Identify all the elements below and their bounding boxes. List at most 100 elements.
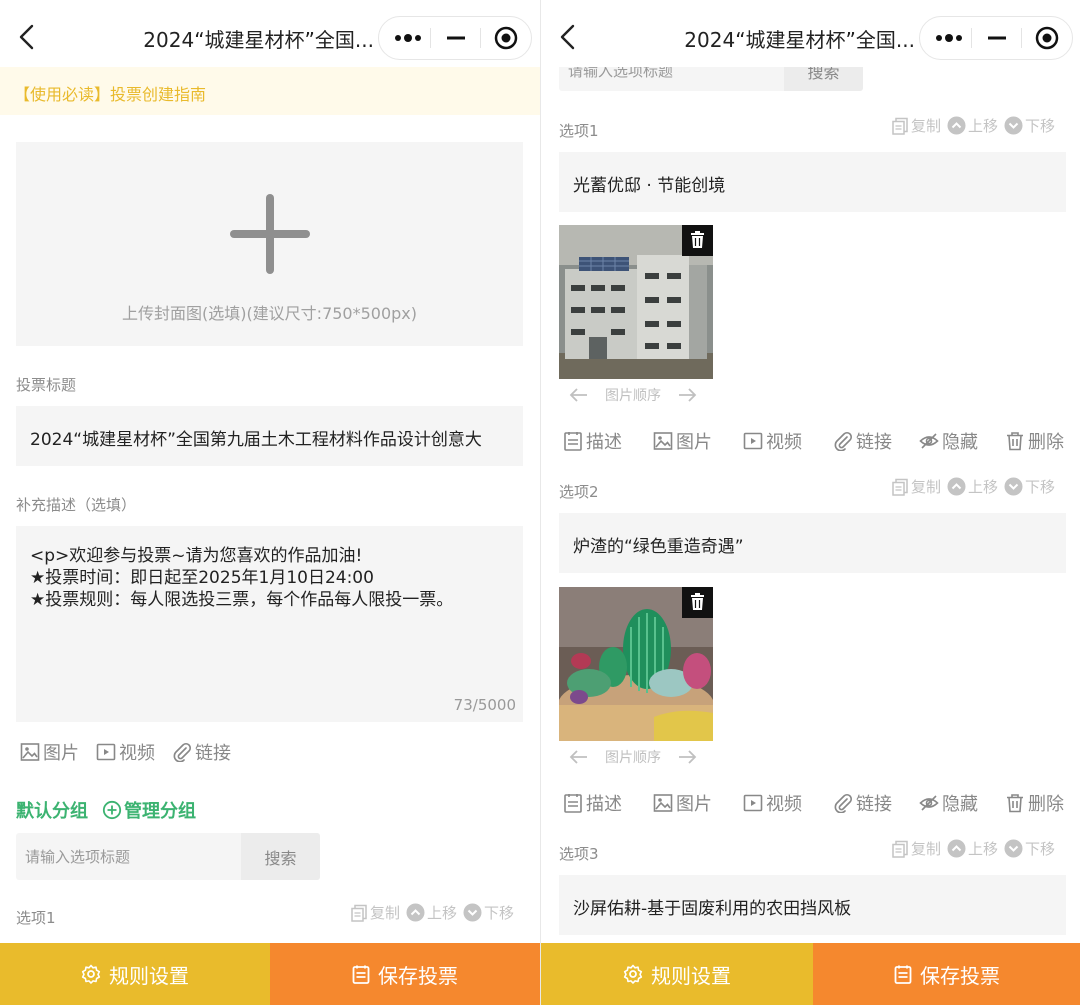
delete-image-button[interactable]: [682, 225, 713, 256]
gear-icon: [623, 964, 643, 984]
option-action-row: 复制 上移 下移: [885, 838, 1055, 859]
option-hide-tool[interactable]: 隐藏: [919, 790, 978, 816]
back-arrow-icon[interactable]: [16, 24, 40, 50]
trash-icon: [691, 593, 704, 610]
rules-settings-button[interactable]: 规则设置: [541, 943, 813, 1005]
notice-bar[interactable]: 【使用必读】投票创建指南: [0, 67, 540, 115]
option-search-bar: 搜索: [16, 833, 320, 880]
move-up-button[interactable]: 上移: [947, 838, 998, 859]
describe-label: 描述: [586, 432, 622, 453]
video-icon: [743, 432, 763, 450]
option-hide-tool[interactable]: 隐藏: [919, 428, 978, 454]
copy-label: 复制: [370, 904, 401, 922]
copy-option-button[interactable]: 复制: [891, 115, 941, 136]
copy-label: 复制: [911, 840, 942, 858]
default-group-tab[interactable]: 默认分组: [16, 797, 88, 823]
move-down-button[interactable]: 下移: [1004, 476, 1055, 497]
document-icon: [564, 432, 582, 451]
desc-video-label: 视频: [119, 743, 155, 764]
more-dots-icon[interactable]: [922, 17, 972, 59]
back-arrow-icon[interactable]: [557, 24, 581, 50]
option-search-input[interactable]: [16, 833, 241, 880]
option-link-tool[interactable]: 链接: [833, 790, 892, 816]
arrow-left-icon: [569, 750, 587, 764]
option-title-input[interactable]: 光蓄优邸 · 节能创境: [559, 152, 1066, 212]
arrow-down-circle-icon: [463, 903, 482, 922]
minimize-icon[interactable]: [431, 17, 481, 59]
trash-icon: [691, 231, 704, 248]
option-title-input[interactable]: 沙屏佑耕-基于固废利用的农田挡风板: [559, 875, 1066, 935]
nav-title: 2024“城建星材杯”全国...: [143, 28, 374, 52]
delete-image-button[interactable]: [682, 587, 713, 618]
char-count: 73/5000: [453, 696, 516, 714]
option-video-tool[interactable]: 视频: [743, 790, 802, 816]
option-image-tool[interactable]: 图片: [653, 790, 712, 816]
image-order-label: 图片顺序: [605, 750, 661, 766]
option-action-row: 复制 上移 下移: [885, 115, 1055, 136]
option-image[interactable]: [559, 587, 713, 741]
search-button[interactable]: 搜索: [241, 833, 320, 880]
copy-label: 复制: [911, 117, 942, 135]
cover-upload[interactable]: 上传封面图(选填)(建议尺寸:750*500px): [16, 142, 523, 346]
desc-link-label: 链接: [195, 743, 231, 764]
move-up-button[interactable]: 上移: [947, 115, 998, 136]
copy-option-button[interactable]: 复制: [891, 838, 941, 859]
move-down-button[interactable]: 下移: [463, 902, 514, 923]
copy-option-button[interactable]: 复制: [350, 902, 400, 923]
close-target-icon[interactable]: [1022, 17, 1072, 59]
down-label: 下移: [484, 904, 515, 922]
right-screen: 搜索 2024“城建星材杯”全国... 选项1 复制: [540, 0, 1080, 1005]
nav-bar: 2024“城建星材杯”全国...: [541, 0, 1080, 67]
move-up-button[interactable]: 上移: [947, 476, 998, 497]
option-title-input[interactable]: 炉渣的“绿色重造奇遇”: [559, 513, 1066, 573]
move-down-button[interactable]: 下移: [1004, 115, 1055, 136]
desc-link-tool[interactable]: 链接: [172, 739, 231, 765]
option-describe-tool[interactable]: 描述: [563, 428, 622, 454]
mini-program-capsule: [378, 16, 532, 60]
description-textarea[interactable]: <p>欢迎参与投票~请为您喜欢的作品加油! ★投票时间：即日起至2025年1月1…: [16, 526, 523, 722]
option-delete-tool[interactable]: 删除: [1005, 790, 1064, 816]
link-label: 链接: [856, 794, 892, 815]
video-label: 视频: [766, 794, 802, 815]
image-order-row: 图片顺序: [569, 385, 697, 405]
nav-bar: 2024“城建星材杯”全国...: [0, 0, 540, 67]
desc-image-tool[interactable]: 图片: [20, 739, 79, 765]
copy-icon: [892, 840, 908, 858]
mini-program-capsule: [919, 16, 1073, 60]
option-describe-tool[interactable]: 描述: [563, 790, 622, 816]
copy-icon: [892, 117, 908, 135]
option-image-tool[interactable]: 图片: [653, 428, 712, 454]
option-delete-tool[interactable]: 删除: [1005, 428, 1064, 454]
paperclip-icon: [834, 431, 853, 451]
minimize-icon[interactable]: [972, 17, 1022, 59]
desc-video-tool[interactable]: 视频: [96, 739, 155, 765]
more-dots-icon[interactable]: [381, 17, 431, 59]
rules-settings-button[interactable]: 规则设置: [0, 943, 270, 1005]
description-label: 补充描述（选填）: [16, 496, 137, 514]
move-down-button[interactable]: 下移: [1004, 838, 1055, 859]
close-target-icon[interactable]: [481, 17, 531, 59]
down-label: 下移: [1025, 478, 1056, 496]
copy-icon: [892, 478, 908, 496]
notice-text[interactable]: 【使用必读】投票创建指南: [14, 81, 206, 105]
plus-circle-icon: [102, 800, 122, 820]
vote-title-input[interactable]: 2024“城建星材杯”全国第九届土木工程材料作品设计创意大: [16, 406, 523, 466]
up-label: 上移: [968, 478, 999, 496]
trash-icon: [1007, 794, 1023, 813]
copy-option-button[interactable]: 复制: [891, 476, 941, 497]
option-video-tool[interactable]: 视频: [743, 428, 802, 454]
save-vote-button[interactable]: 保存投票: [270, 943, 540, 1005]
copy-icon: [351, 904, 367, 922]
save-vote-button[interactable]: 保存投票: [813, 943, 1080, 1005]
down-label: 下移: [1025, 117, 1056, 135]
manage-group-button[interactable]: 管理分组: [102, 797, 196, 823]
desc-image-label: 图片: [43, 743, 79, 764]
video-icon: [96, 743, 116, 761]
save-label: 保存投票: [378, 963, 458, 988]
document-icon: [564, 794, 582, 813]
up-label: 上移: [427, 904, 458, 922]
move-up-button[interactable]: 上移: [406, 902, 457, 923]
image-order-row: 图片顺序: [569, 747, 697, 767]
option-image[interactable]: [559, 225, 713, 379]
option-link-tool[interactable]: 链接: [833, 428, 892, 454]
